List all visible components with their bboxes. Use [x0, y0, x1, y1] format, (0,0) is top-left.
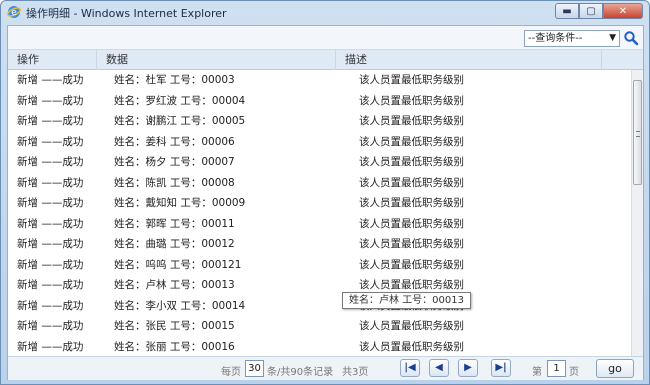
- data-cell: 姓名：陈凯 工号：00008: [114, 176, 235, 189]
- row-tooltip: 姓名：卢林 工号：00013: [342, 292, 471, 309]
- data-cell: 姓名：张丽 工号：00016: [114, 340, 235, 353]
- data-cell: 姓名：张民 工号：00015: [114, 320, 235, 332]
- data-cell: 姓名：郭晖 工号：00011: [114, 217, 235, 230]
- description-cell: 该人员置最低职务级别: [359, 176, 464, 189]
- data-cell: 姓名：谢鹏江 工号：00005: [114, 115, 246, 127]
- data-cell: 姓名：姜科 工号：00006: [114, 135, 235, 148]
- operation-cell: 新增 ——成功: [17, 217, 84, 230]
- next-page-button[interactable]: ▶: [458, 359, 478, 377]
- description-cell: 该人员置最低职务级别: [359, 197, 464, 209]
- window-title: 操作明细 - Windows Internet Explorer: [26, 7, 227, 20]
- operation-cell: 新增 ——成功: [17, 238, 84, 250]
- data-cell: 姓名：呜呜 工号：000121: [114, 258, 242, 271]
- grip-icon: [636, 131, 640, 137]
- description-cell: 该人员置最低职务级别: [359, 238, 464, 250]
- table-row[interactable]: 新增 ——成功 姓名：陈凯 工号：00008 该人员置最低职务级别: [8, 173, 630, 193]
- last-page-button[interactable]: ▶|: [491, 359, 511, 377]
- data-cell: 姓名：李小双 工号：00014: [114, 299, 246, 312]
- ie-icon: e: [7, 6, 21, 18]
- table-row[interactable]: 新增 ——成功 姓名：曲璐 工号：00012 该人员置最低职务级别: [8, 234, 630, 254]
- column-header-spacer: [601, 50, 643, 70]
- total-pages-label: 共3页: [342, 367, 369, 378]
- title-bar: e 操作明细 - Windows Internet Explorer ▬ ▢ ✕: [1, 1, 649, 23]
- table-row[interactable]: 新增 ——成功 姓名：张民 工号：00015 该人员置最低职务级别: [8, 316, 630, 336]
- maximize-button[interactable]: ▢: [579, 3, 603, 19]
- operation-cell: 新增 ——成功: [17, 74, 84, 86]
- table-row[interactable]: 新增 ——成功 姓名：郭晖 工号：00011 该人员置最低职务级别: [8, 214, 630, 234]
- table-row[interactable]: 新增 ——成功 姓名：呜呜 工号：000121 该人员置最低职务级别: [8, 255, 630, 275]
- per-page-input[interactable]: 30: [245, 360, 264, 377]
- browser-window: e 操作明细 - Windows Internet Explorer ▬ ▢ ✕…: [0, 0, 650, 385]
- query-condition-select[interactable]: --查询条件-- ▼: [524, 30, 620, 47]
- table-row[interactable]: 新增 ——成功 姓名：卢林 工号：00013 该人员置最低职务级别: [8, 275, 630, 295]
- content-area: --查询条件-- ▼ 操作 数据 描述 新增 ——成功 姓名：杜军 工号：000…: [7, 25, 644, 380]
- go-button[interactable]: go: [596, 359, 634, 378]
- data-cell: 姓名：杜军 工号：00003: [114, 74, 235, 86]
- table-header: 操作 数据 描述: [8, 50, 643, 70]
- per-page-label: 每页: [221, 367, 241, 378]
- description-cell: 该人员置最低职务级别: [359, 94, 464, 107]
- data-cell: 姓名：罗红波 工号：00004: [114, 94, 246, 107]
- operation-cell: 新增 ——成功: [17, 156, 84, 168]
- operation-cell: 新增 ——成功: [17, 279, 84, 291]
- table-row[interactable]: 新增 ——成功 姓名：姜科 工号：00006 该人员置最低职务级别: [8, 132, 630, 152]
- minimize-button[interactable]: ▬: [555, 3, 579, 19]
- vertical-scrollbar[interactable]: [631, 70, 643, 356]
- table-row[interactable]: 新增 ——成功 姓名：谢鹏江 工号：00005 该人员置最低职务级别: [8, 111, 630, 131]
- scrollbar-thumb[interactable]: [633, 80, 642, 185]
- operation-cell: 新增 ——成功: [17, 176, 84, 189]
- description-cell: 该人员置最低职务级别: [359, 135, 464, 148]
- description-cell: 该人员置最低职务级别: [359, 340, 464, 353]
- description-cell: 该人员置最低职务级别: [359, 156, 464, 168]
- first-page-button[interactable]: |◀: [400, 359, 420, 377]
- column-header-data[interactable]: 数据: [96, 50, 335, 70]
- data-cell: 姓名：曲璐 工号：00012: [114, 238, 235, 250]
- table-row[interactable]: 新增 ——成功 姓名：戴知知 工号：00009 该人员置最低职务级别: [8, 193, 630, 213]
- data-cell: 姓名：卢林 工号：00013: [114, 279, 235, 291]
- page-number-input[interactable]: 1: [547, 360, 566, 377]
- description-cell: 该人员置最低职务级别: [359, 74, 464, 86]
- description-cell: 该人员置最低职务级别: [359, 258, 464, 271]
- operation-cell: 新增 ——成功: [17, 320, 84, 332]
- record-count-label: 条/共90条记录: [267, 367, 334, 378]
- search-icon[interactable]: [623, 30, 639, 46]
- operation-cell: 新增 ——成功: [17, 135, 84, 148]
- query-select-value: --查询条件--: [528, 33, 583, 44]
- operation-cell: 新增 ——成功: [17, 115, 84, 127]
- description-cell: 该人员置最低职务级别: [359, 320, 464, 332]
- svg-text:e: e: [11, 8, 17, 18]
- page-suffix-label: 页: [569, 367, 579, 378]
- column-header-operation[interactable]: 操作: [8, 50, 96, 70]
- description-cell: 该人员置最低职务级别: [359, 115, 464, 127]
- data-cell: 姓名：戴知知 工号：00009: [114, 197, 246, 209]
- window-controls: ▬ ▢ ✕: [555, 3, 643, 20]
- chevron-down-icon: ▼: [609, 33, 616, 43]
- description-cell: 该人员置最低职务级别: [359, 217, 464, 230]
- pagination-bar: 每页 30 条/共90条记录 共3页 |◀ ◀ ▶ ▶| 第 1 页 go: [8, 356, 643, 380]
- prev-page-button[interactable]: ◀: [429, 359, 449, 377]
- operation-cell: 新增 ——成功: [17, 94, 84, 107]
- operation-cell: 新增 ——成功: [17, 299, 84, 312]
- operation-cell: 新增 ——成功: [17, 340, 84, 353]
- table-row[interactable]: 新增 ——成功 姓名：罗红波 工号：00004 该人员置最低职务级别: [8, 91, 630, 111]
- data-cell: 姓名：杨夕 工号：00007: [114, 156, 235, 168]
- operation-cell: 新增 ——成功: [17, 258, 84, 271]
- close-button[interactable]: ✕: [603, 3, 643, 19]
- table-row[interactable]: 新增 ——成功 姓名：杜军 工号：00003 该人员置最低职务级别: [8, 70, 630, 90]
- table-row[interactable]: 新增 ——成功 姓名：李小双 工号：00014 该人员置最低职务级别: [8, 296, 630, 316]
- table-body: 新增 ——成功 姓名：杜军 工号：00003 该人员置最低职务级别 新增 ——成…: [8, 70, 630, 356]
- query-toolbar: --查询条件-- ▼: [8, 26, 643, 50]
- table-row[interactable]: 新增 ——成功 姓名：杨夕 工号：00007 该人员置最低职务级别: [8, 152, 630, 172]
- column-header-description[interactable]: 描述: [335, 50, 601, 70]
- operation-cell: 新增 ——成功: [17, 197, 84, 209]
- table-row[interactable]: 新增 ——成功 姓名：张丽 工号：00016 该人员置最低职务级别: [8, 337, 630, 357]
- page-prefix-label: 第: [532, 367, 542, 378]
